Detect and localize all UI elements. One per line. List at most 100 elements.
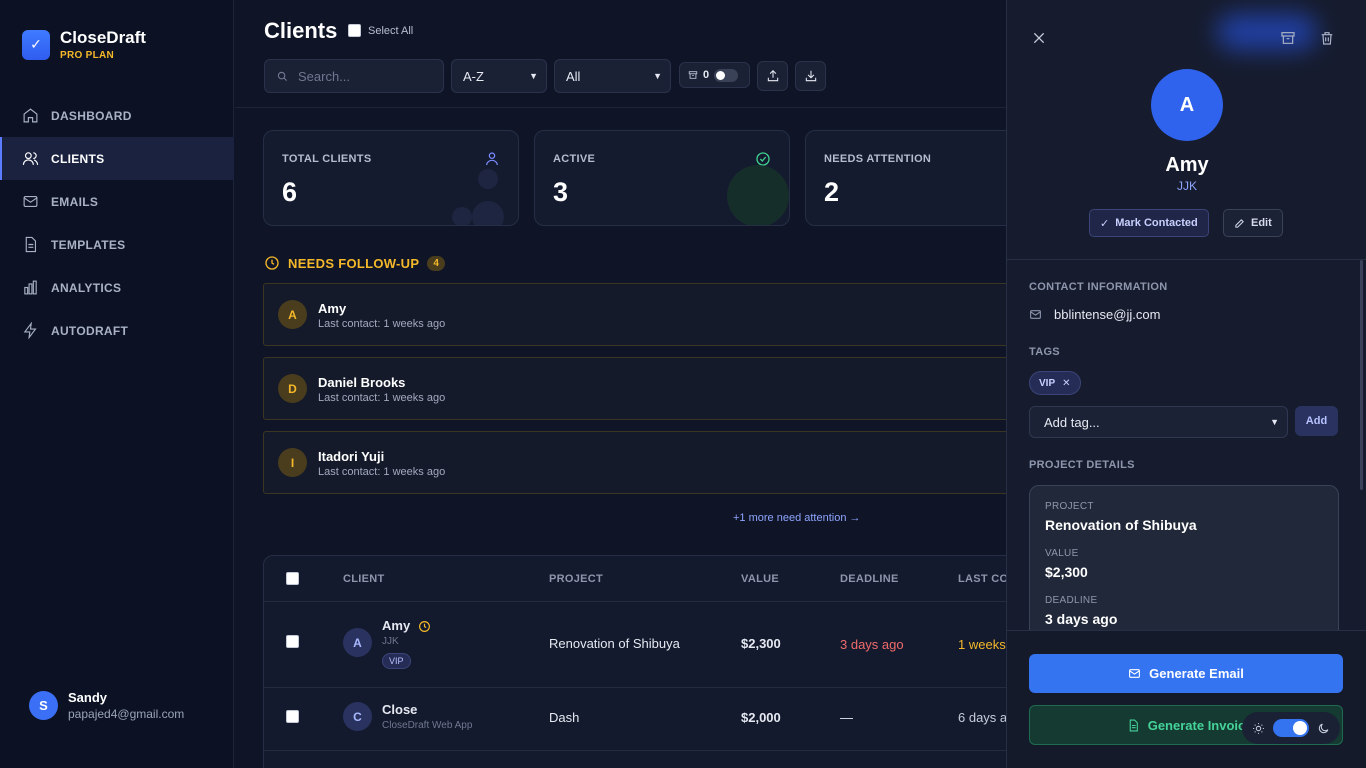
row-checkbox[interactable] bbox=[286, 710, 299, 723]
avatar: A bbox=[278, 300, 307, 329]
archived-toggle[interactable]: 0 bbox=[679, 62, 750, 88]
remove-tag-icon[interactable]: ✕ bbox=[1062, 378, 1070, 389]
select-all-label: Select All bbox=[368, 24, 414, 37]
list-item[interactable]: A Amy Last contact: 1 weeks ago bbox=[263, 283, 1035, 346]
table-row[interactable]: A Amy JJK VIP Renovation of Shibuya $2,3… bbox=[264, 602, 1034, 687]
select-all-rows-checkbox[interactable] bbox=[286, 572, 299, 585]
decorative-blob bbox=[478, 169, 498, 189]
add-tag-button[interactable]: Add bbox=[1295, 406, 1338, 436]
list-item[interactable]: I Itadori Yuji Last contact: 1 weeks ago bbox=[263, 431, 1035, 494]
archive-icon[interactable] bbox=[1280, 30, 1296, 46]
client-name: Close bbox=[382, 702, 418, 717]
sidebar-item-label: ANALYTICS bbox=[51, 280, 122, 295]
user-profile[interactable]: S Sandy papajed4@gmail.com bbox=[29, 690, 184, 721]
export-button[interactable] bbox=[757, 61, 788, 91]
mail-icon bbox=[23, 195, 38, 208]
project-deadline: 3 days ago bbox=[1045, 611, 1118, 627]
theme-switch[interactable] bbox=[1273, 719, 1309, 737]
generate-invoice-label: Generate Invoic bbox=[1147, 717, 1246, 733]
client-name: Itadori Yuji bbox=[318, 449, 385, 464]
sidebar-item-dashboard[interactable]: DASHBOARD bbox=[0, 94, 234, 137]
upload-icon bbox=[767, 70, 778, 82]
column-header-last-contact[interactable]: LAST CO bbox=[958, 573, 1008, 585]
chevron-down-icon: ▼ bbox=[1270, 417, 1279, 427]
decorative-blob bbox=[472, 201, 504, 225]
check-logo-icon: ✓ bbox=[22, 29, 50, 60]
project-name: Renovation of Shibuya bbox=[1045, 517, 1197, 533]
mark-contacted-button[interactable]: ✓ Mark Contacted bbox=[1089, 209, 1209, 237]
tags-label: TAGS bbox=[1029, 346, 1060, 358]
sidebar-item-emails[interactable]: EMAILS bbox=[0, 180, 234, 223]
checkbox-icon[interactable] bbox=[348, 24, 361, 37]
add-tag-select[interactable]: Add tag... ▼ bbox=[1029, 406, 1288, 438]
generate-email-button[interactable]: Generate Email bbox=[1029, 654, 1343, 693]
brand[interactable]: ✓ CloseDraft PRO PLAN bbox=[22, 28, 146, 61]
deadline-field-label: DEADLINE bbox=[1045, 595, 1098, 606]
deadline-cell: — bbox=[840, 710, 853, 725]
sort-select[interactable]: A-Z ▼ bbox=[451, 59, 547, 93]
value-field-label: VALUE bbox=[1045, 548, 1079, 559]
contact-info-label: CONTACT INFORMATION bbox=[1029, 281, 1168, 293]
mark-contacted-label: Mark Contacted bbox=[1115, 217, 1198, 229]
sun-icon bbox=[1253, 722, 1264, 734]
column-header-client[interactable]: CLIENT bbox=[343, 573, 385, 585]
sidebar-item-analytics[interactable]: ANALYTICS bbox=[0, 266, 234, 309]
divider bbox=[1007, 259, 1366, 260]
users-icon bbox=[22, 152, 39, 165]
sidebar-item-autodraft[interactable]: AUTODRAFT bbox=[0, 309, 234, 352]
avatar: D bbox=[278, 374, 307, 403]
user-email: papajed4@gmail.com bbox=[68, 707, 185, 721]
import-button[interactable] bbox=[795, 61, 826, 91]
value-cell: $2,300 bbox=[741, 636, 781, 651]
stat-value: 2 bbox=[824, 177, 840, 207]
client-name: Amy bbox=[382, 618, 411, 633]
client-company: JJK bbox=[1176, 179, 1197, 193]
user-name: Sandy bbox=[68, 690, 108, 705]
project-field-label: PROJECT bbox=[1045, 501, 1094, 512]
close-icon[interactable] bbox=[1031, 30, 1047, 46]
select-all-checkbox[interactable]: Select All bbox=[348, 24, 413, 37]
project-cell: Dash bbox=[549, 710, 580, 725]
sidebar-item-label: DASHBOARD bbox=[51, 108, 132, 123]
home-icon bbox=[23, 108, 38, 123]
project-value: $2,300 bbox=[1045, 564, 1088, 580]
client-company: CloseDraft Web App bbox=[382, 720, 473, 731]
clock-icon bbox=[419, 621, 430, 632]
column-header-value[interactable]: VALUE bbox=[741, 573, 779, 585]
edit-button[interactable]: Edit bbox=[1223, 209, 1283, 237]
archived-switch[interactable] bbox=[714, 68, 739, 82]
edit-icon bbox=[1235, 218, 1244, 228]
decorative-glow bbox=[1217, 14, 1317, 50]
followup-title: NEEDS FOLLOW-UP bbox=[288, 255, 420, 271]
table-row[interactable]: C Close CloseDraft Web App Dash $2,000 —… bbox=[264, 688, 1034, 750]
needs-followup-header: NEEDS FOLLOW-UP 4 bbox=[264, 255, 446, 271]
stat-value: 3 bbox=[553, 177, 569, 207]
panel-scrollbar[interactable] bbox=[1360, 260, 1363, 490]
generate-email-label: Generate Email bbox=[1149, 666, 1244, 681]
sidebar-item-clients[interactable]: CLIENTS bbox=[0, 137, 234, 180]
list-item[interactable]: D Daniel Brooks Last contact: 1 weeks ag… bbox=[263, 357, 1035, 420]
plan-badge: PRO PLAN bbox=[60, 50, 115, 61]
download-icon bbox=[805, 70, 816, 82]
sidebar: ✓ CloseDraft PRO PLAN DASHBOARD CLIENTS … bbox=[0, 0, 234, 768]
check-icon: ✓ bbox=[1100, 217, 1110, 230]
decorative-blob bbox=[727, 165, 789, 225]
last-contact: Last contact: 1 weeks ago bbox=[318, 318, 446, 330]
filter-select[interactable]: All ▼ bbox=[554, 59, 671, 93]
column-header-deadline[interactable]: DEADLINE bbox=[840, 573, 899, 585]
sidebar-item-templates[interactable]: TEMPLATES bbox=[0, 223, 234, 266]
chevron-down-icon: ▼ bbox=[529, 71, 538, 81]
clock-icon bbox=[265, 256, 279, 270]
email-row[interactable]: bblintense@jj.com bbox=[1029, 307, 1160, 322]
column-header-project[interactable]: PROJECT bbox=[549, 573, 603, 585]
more-attention-link[interactable]: +1 more need attention → bbox=[733, 512, 861, 524]
row-checkbox[interactable] bbox=[286, 635, 299, 648]
last-contact-cell: 1 weeks bbox=[958, 637, 1006, 652]
mail-icon bbox=[1129, 669, 1141, 678]
trash-icon[interactable] bbox=[1319, 30, 1335, 46]
client-email: bblintense@jj.com bbox=[1054, 307, 1161, 322]
search-input[interactable]: Search... bbox=[264, 59, 444, 93]
filter-value: All bbox=[566, 68, 581, 84]
bar-chart-icon bbox=[24, 280, 37, 295]
theme-toggle[interactable] bbox=[1242, 712, 1340, 744]
